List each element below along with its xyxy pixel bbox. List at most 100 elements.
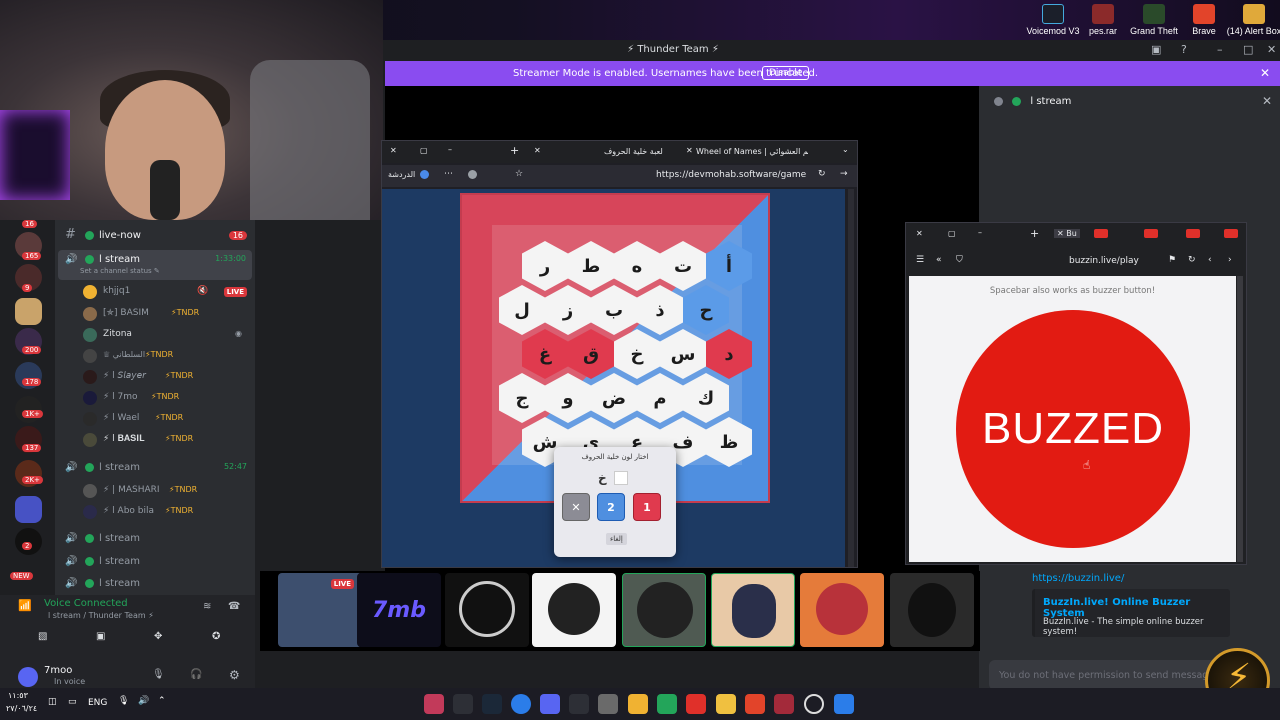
tab-list-icon[interactable]: ⌄ <box>842 145 849 154</box>
youtube-tab-icon[interactable] <box>1144 229 1158 238</box>
notepad-icon[interactable] <box>598 694 618 714</box>
activities-icon[interactable]: ✥ <box>154 631 162 642</box>
voice-member[interactable]: ⚡ l Abo bila ⚡TNDR <box>55 502 255 522</box>
forward-icon[interactable]: › <box>1228 255 1232 265</box>
voice-member[interactable]: ⚡ l 7mo ⚡TNDR <box>55 388 255 408</box>
banner-close-icon[interactable]: ✕ <box>1260 66 1270 80</box>
inbox-icon[interactable]: ▣ <box>1151 43 1161 56</box>
voice-member[interactable]: ♕ السلطاني ⚡TNDR <box>55 346 255 366</box>
page-scrollbar[interactable] <box>1237 276 1243 562</box>
url-bar[interactable]: https://devmohab.software/game <box>656 170 806 180</box>
participant-tile[interactable] <box>532 573 616 647</box>
disconnect-icon[interactable]: ☎ <box>228 601 240 612</box>
steam-icon[interactable] <box>482 694 502 714</box>
desktop-icon-brave[interactable]: Brave <box>1176 4 1232 36</box>
close-icon[interactable]: ✕ <box>916 229 923 238</box>
voice-channel-name[interactable]: l stream / Thunder Team ⚡ <box>48 611 154 620</box>
channel-status[interactable]: Set a channel status ✎ <box>80 267 160 275</box>
tab-letter-hive[interactable]: لعبة خلية الحروف <box>604 147 663 156</box>
noise-suppression-icon[interactable]: ≋ <box>203 601 211 612</box>
avatar[interactable] <box>18 667 38 687</box>
favorite-icon[interactable]: ☆ <box>515 169 523 179</box>
tab-buzzin-active[interactable]: ✕ Bu <box>1054 229 1080 238</box>
channel-stream[interactable]: 🔊 l stream 52:47 <box>55 458 255 478</box>
voice-member[interactable]: ⚡ l Wael ⚡TNDR <box>55 409 255 429</box>
file-explorer-icon[interactable] <box>716 694 736 714</box>
close-icon[interactable]: ✕ <box>390 146 397 155</box>
buzzer-button[interactable]: BUZZED <box>956 310 1190 548</box>
camera-off-icon[interactable]: ▧ <box>38 631 47 642</box>
voice-status[interactable]: Voice Connected <box>44 598 128 609</box>
channel-stream[interactable]: 🔊 l stream <box>55 574 255 594</box>
new-tab-icon[interactable]: + <box>1030 227 1039 240</box>
close-window-button[interactable]: ✕ <box>1267 43 1276 56</box>
settings-icon[interactable]: ⚙ <box>229 668 240 682</box>
wifi-icon[interactable]: ⌃ <box>158 696 166 706</box>
desktop-icon-alertbox[interactable]: (14) Alert Box <box>1226 4 1280 36</box>
restore-icon[interactable]: ▢ <box>420 146 428 155</box>
menu-icon[interactable]: ☰ <box>916 255 924 265</box>
terminal-icon[interactable] <box>453 694 473 714</box>
youtube-icon[interactable] <box>686 694 706 714</box>
app-icon[interactable] <box>569 694 589 714</box>
disable-streamer-mode-button[interactable]: Disable <box>762 66 810 80</box>
voice-member[interactable]: ⚡ | MASHARI ⚡TNDR <box>55 481 255 501</box>
channel-stream[interactable]: 🔊 l stream <box>55 552 255 572</box>
youtube-tab-icon[interactable] <box>1186 229 1200 238</box>
participant-tile[interactable] <box>445 573 529 647</box>
chrome-icon[interactable] <box>511 694 531 714</box>
forward-icon[interactable]: → <box>840 169 848 179</box>
channel-stream[interactable]: 🔊 l stream <box>55 529 255 549</box>
back-icon[interactable]: ‹ <box>1208 255 1212 265</box>
reload-icon[interactable]: ↻ <box>1188 255 1196 265</box>
app-icon[interactable] <box>774 694 794 714</box>
profile-label[interactable]: الدردشة <box>388 170 415 179</box>
voice-member[interactable]: ⚡ l 𝘚𝘭𝘢𝘺𝘦𝘳 ⚡TNDR <box>55 367 255 387</box>
chat-message-link[interactable]: https://buzzin.live/ <box>1032 573 1124 584</box>
participant-tile[interactable] <box>622 573 706 647</box>
avatar[interactable] <box>468 170 477 179</box>
search-icon[interactable] <box>804 694 824 714</box>
voice-member[interactable]: ⚡ l 𝐁𝐀𝐒𝐈𝐋 ⚡TNDR <box>55 430 255 450</box>
server-icon[interactable] <box>15 298 42 325</box>
back-double-icon[interactable]: « <box>936 255 942 265</box>
team-1-button[interactable]: 1 <box>633 493 661 521</box>
tab-close-icon[interactable]: ✕ <box>534 146 541 155</box>
voice-member[interactable]: khjjq1 🔇 LIVE <box>55 282 255 302</box>
minimize-button[interactable]: – <box>1217 43 1223 56</box>
reload-icon[interactable]: ↻ <box>818 169 826 179</box>
youtube-tab-icon[interactable] <box>1094 229 1108 238</box>
participant-tile[interactable] <box>711 573 795 647</box>
minimize-icon[interactable]: – <box>448 145 452 154</box>
close-chat-icon[interactable]: ✕ <box>1262 94 1272 108</box>
folder-icon[interactable] <box>15 496 42 523</box>
team-2-button[interactable]: 2 <box>597 493 625 521</box>
clear-color-button[interactable]: ✕ <box>562 493 590 521</box>
microphone-icon[interactable]: 🎙 <box>152 669 165 680</box>
participant-tile[interactable] <box>800 573 884 647</box>
pen-icon[interactable] <box>628 694 648 714</box>
bookmark-icon[interactable]: ⚑ <box>1168 255 1176 265</box>
help-icon[interactable]: ? <box>1181 43 1187 56</box>
new-tab-icon[interactable]: + <box>510 144 519 157</box>
participant-tile[interactable] <box>890 573 974 647</box>
desktop-icon-pes[interactable]: pes.rar <box>1075 4 1131 36</box>
start-icon[interactable] <box>834 694 854 714</box>
channel-live-now[interactable]: # live-now 16 <box>55 226 255 246</box>
brave-icon[interactable] <box>745 694 765 714</box>
page-scrollbar[interactable] <box>848 189 854 567</box>
maximize-button[interactable]: □ <box>1243 43 1253 56</box>
notification-icon[interactable]: ◫ <box>48 697 57 707</box>
volume-icon[interactable]: 🔊 <box>138 696 149 706</box>
more-icon[interactable]: ⋯ <box>444 169 453 179</box>
channel-stream-active[interactable]: 🔊 l stream 1:33:00 Set a channel status … <box>58 250 252 280</box>
tab-close-icon[interactable]: ✕ <box>686 146 693 155</box>
url-bar[interactable]: buzzin.live/play <box>1069 256 1139 266</box>
youtube-tab-icon[interactable] <box>1224 229 1238 238</box>
microphone-icon[interactable]: 🎙 <box>118 696 129 706</box>
whatsapp-icon[interactable] <box>657 694 677 714</box>
participant-tile[interactable]: 7mb <box>357 573 441 647</box>
signal-icon[interactable]: 📶 <box>18 599 32 612</box>
clock-time[interactable]: ١١:٥٣ <box>8 691 28 700</box>
discord-icon[interactable] <box>540 694 560 714</box>
